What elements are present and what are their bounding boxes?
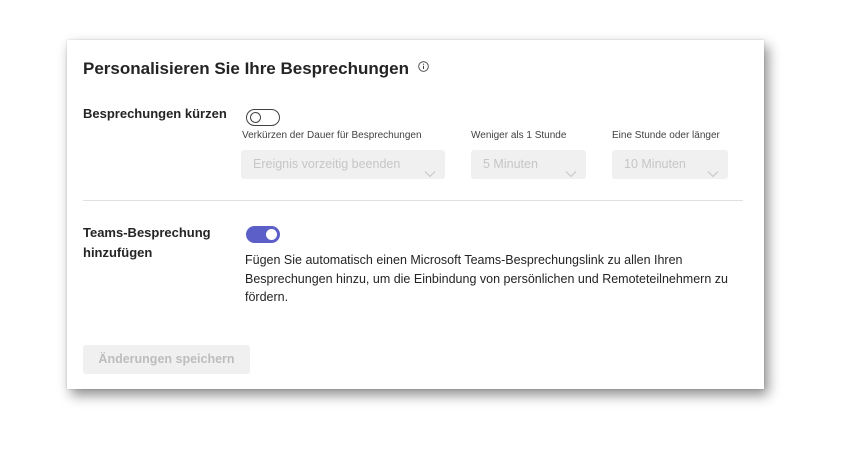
teams-meeting-toggle[interactable] <box>246 226 280 243</box>
save-changes-button[interactable]: Änderungen speichern <box>83 345 250 374</box>
page-title: Personalisieren Sie Ihre Besprechungen <box>83 57 429 79</box>
chevron-down-icon <box>565 160 577 189</box>
teams-meeting-label: Teams-Besprechung hinzufügen <box>83 223 211 263</box>
toggle-knob <box>250 112 261 123</box>
over-hour-dropdown-value: 10 Minuten <box>624 157 686 171</box>
info-icon[interactable] <box>417 57 429 77</box>
section-divider <box>83 200 743 201</box>
toggle-knob <box>266 229 277 240</box>
teams-meeting-label-line1: Teams-Besprechung <box>83 225 211 240</box>
teams-meeting-label-line2: hinzufügen <box>83 245 153 260</box>
chevron-down-icon <box>424 160 436 189</box>
duration-dropdown[interactable]: Ereignis vorzeitig beenden <box>241 150 445 179</box>
over-hour-label: Eine Stunde oder länger <box>612 130 720 141</box>
duration-label: Verkürzen der Dauer für Besprechungen <box>242 130 422 141</box>
under-hour-dropdown[interactable]: 5 Minuten <box>471 150 586 179</box>
shorten-meetings-label: Besprechungen kürzen <box>83 106 227 121</box>
shorten-meetings-toggle[interactable] <box>246 109 280 126</box>
duration-dropdown-value: Ereignis vorzeitig beenden <box>253 157 401 171</box>
over-hour-dropdown[interactable]: 10 Minuten <box>612 150 728 179</box>
settings-card: Personalisieren Sie Ihre Besprechungen B… <box>67 40 764 389</box>
page-title-text: Personalisieren Sie Ihre Besprechungen <box>83 59 409 78</box>
teams-meeting-description: Fügen Sie automatisch einen Microsoft Te… <box>245 253 728 304</box>
under-hour-dropdown-value: 5 Minuten <box>483 157 538 171</box>
under-hour-label: Weniger als 1 Stunde <box>471 130 567 141</box>
chevron-down-icon <box>707 160 719 189</box>
